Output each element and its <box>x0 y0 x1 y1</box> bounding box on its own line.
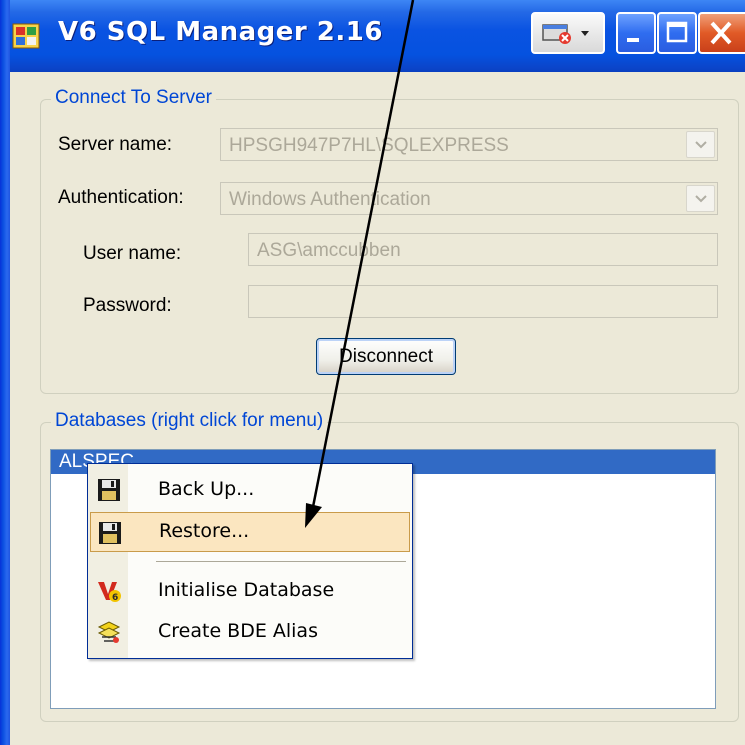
maximize-button[interactable] <box>657 12 697 54</box>
authentication-dropdown-button[interactable] <box>686 185 715 212</box>
window-title: V6 SQL Manager 2.16 <box>58 17 383 47</box>
menu-item-create-bde-alias[interactable]: Create BDE Alias <box>90 612 410 652</box>
window-border <box>0 0 10 745</box>
chevron-down-icon <box>695 195 707 203</box>
server-name-value: HPSGH947P7HL\SQLEXPRESS <box>229 135 509 156</box>
server-name-label: Server name: <box>58 134 173 155</box>
app-window: V6 SQL Manager 2.16 Connect To Server Se… <box>0 0 745 745</box>
user-name-field[interactable]: ASG\amccubben <box>248 233 718 266</box>
authentication-value: Windows Authentication <box>229 189 431 210</box>
maximize-icon <box>666 21 688 43</box>
disconnect-button[interactable]: Disconnect <box>316 338 456 375</box>
minimize-icon <box>627 38 639 42</box>
user-name-label: User name: <box>83 243 182 264</box>
menu-item-label: Back Up... <box>158 478 255 500</box>
close-button[interactable] <box>698 12 745 54</box>
floppy-disk-icon <box>99 522 121 544</box>
close-icon <box>710 21 732 45</box>
databases-group-label: Databases (right click for menu) <box>51 410 328 432</box>
password-field[interactable] <box>248 285 718 318</box>
authentication-combo[interactable]: Windows Authentication <box>220 182 718 215</box>
authentication-label: Authentication: <box>58 187 184 208</box>
svg-text:6: 6 <box>112 593 118 603</box>
menu-item-label: Restore... <box>159 520 250 542</box>
server-name-combo[interactable]: HPSGH947P7HL\SQLEXPRESS <box>220 128 718 161</box>
menu-separator <box>156 561 406 562</box>
menu-item-back-up[interactable]: Back Up... <box>90 470 410 510</box>
password-label: Password: <box>83 295 172 316</box>
alias-icon <box>97 621 121 643</box>
connect-group-label: Connect To Server <box>51 87 217 109</box>
title-bar[interactable]: V6 SQL Manager 2.16 <box>0 0 745 72</box>
app-icon <box>12 23 40 49</box>
window-icon <box>542 24 589 44</box>
menu-item-label: Initialise Database <box>158 579 335 601</box>
chevron-down-icon <box>695 141 707 149</box>
v6-logo-icon: 6 <box>98 582 121 603</box>
minimize-button[interactable] <box>616 12 656 54</box>
floppy-disk-icon <box>98 479 120 501</box>
user-name-value: ASG\amccubben <box>257 240 401 261</box>
context-menu: Back Up... Restore... 6 Initialise Datab… <box>87 463 413 659</box>
menu-item-restore[interactable]: Restore... <box>90 512 410 552</box>
server-dropdown-button[interactable] <box>686 131 715 158</box>
menu-item-initialise-database[interactable]: 6 Initialise Database <box>90 571 410 611</box>
extra-menu-button[interactable] <box>531 12 605 54</box>
menu-item-label: Create BDE Alias <box>158 620 318 642</box>
